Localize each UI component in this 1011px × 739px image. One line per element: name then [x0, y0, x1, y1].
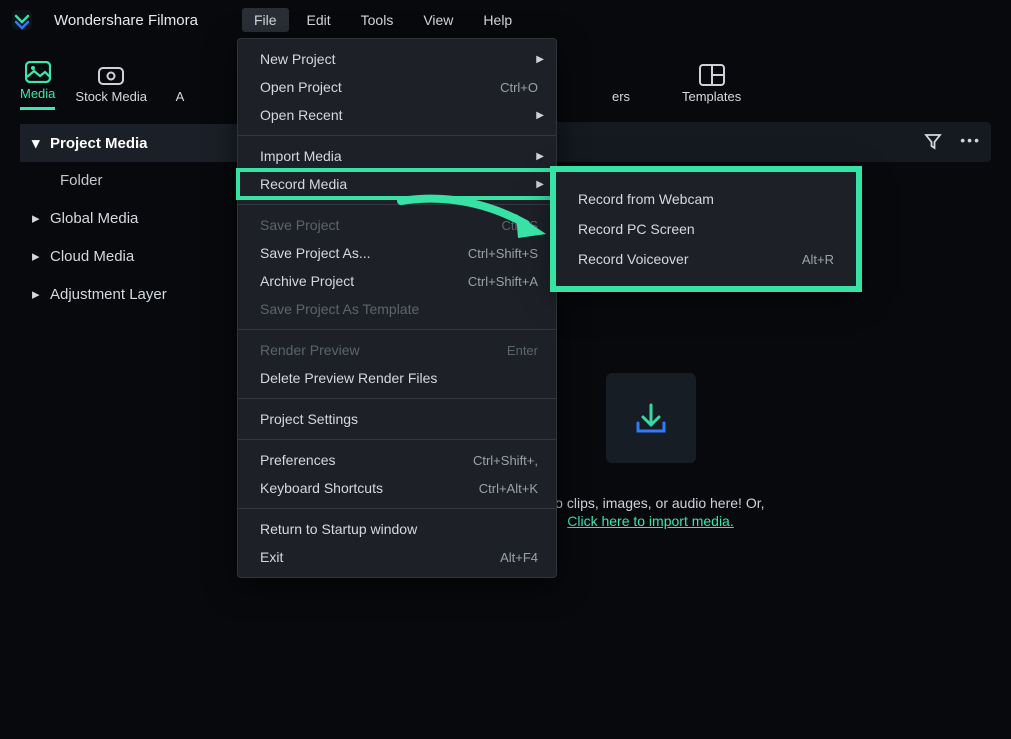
menu-save-template: Save Project As Template: [238, 295, 556, 323]
submenu-record-webcam-label: Record from Webcam: [578, 191, 714, 207]
chevron-right-icon: ▶: [536, 54, 544, 65]
menu-exit[interactable]: Exit Alt+F4: [238, 543, 556, 571]
menu-help[interactable]: Help: [471, 8, 524, 32]
menu-save-template-label: Save Project As Template: [260, 301, 419, 317]
media-icon: [25, 61, 51, 83]
menu-bar: File Edit Tools View Help: [242, 8, 524, 32]
menu-delete-render-label: Delete Preview Render Files: [260, 370, 437, 386]
import-link[interactable]: Click here to import media.: [567, 513, 734, 529]
app-logo-icon: [10, 8, 34, 32]
partial-icon-a: [167, 64, 193, 86]
menu-import-media-label: Import Media: [260, 148, 342, 164]
shortcut-label: Ctrl+O: [500, 80, 538, 95]
menu-archive-project-label: Archive Project: [260, 273, 354, 289]
tab-media-label: Media: [20, 86, 55, 101]
tab-stock-label: Stock Media: [75, 89, 147, 104]
sidebar-cloud-media-label: Cloud Media: [50, 248, 134, 265]
chevron-right-icon: ▶: [536, 110, 544, 121]
menu-save-project-as[interactable]: Save Project As... Ctrl+Shift+S: [238, 239, 556, 267]
sidebar-folder-label: Folder: [60, 172, 103, 189]
menu-tools[interactable]: Tools: [349, 8, 406, 32]
tab-templates-label: Templates: [682, 89, 741, 104]
menu-open-project[interactable]: Open Project Ctrl+O: [238, 73, 556, 101]
more-icon[interactable]: •••: [960, 132, 981, 153]
tab-partial-a-label: A: [176, 89, 185, 104]
menu-preferences[interactable]: Preferences Ctrl+Shift+,: [238, 446, 556, 474]
cloud-icon: [98, 64, 124, 86]
menu-new-project[interactable]: New Project ▶: [238, 45, 556, 73]
chevron-right-icon: ▸: [32, 247, 42, 265]
menu-new-project-label: New Project: [260, 51, 335, 67]
menu-save-project-label: Save Project: [260, 217, 339, 233]
menu-file[interactable]: File: [242, 8, 289, 32]
menu-separator: [238, 329, 556, 330]
submenu-record-voiceover[interactable]: Record Voiceover Alt+R: [556, 244, 856, 274]
menu-return-startup[interactable]: Return to Startup window: [238, 515, 556, 543]
menu-keyboard-shortcuts[interactable]: Keyboard Shortcuts Ctrl+Alt+K: [238, 474, 556, 502]
shortcut-label: Ctrl+Shift+,: [473, 453, 538, 468]
menu-separator: [238, 204, 556, 205]
import-icon: [606, 373, 696, 463]
sidebar-adjustment-label: Adjustment Layer: [50, 286, 167, 303]
menu-separator: [238, 398, 556, 399]
shortcut-label: Alt+F4: [500, 550, 538, 565]
menu-return-startup-label: Return to Startup window: [260, 521, 417, 537]
menu-keyboard-shortcuts-label: Keyboard Shortcuts: [260, 480, 383, 496]
drop-text-line-1: ideo clips, images, or audio here! Or,: [536, 495, 764, 511]
menu-view[interactable]: View: [411, 8, 465, 32]
menu-record-media-label: Record Media: [260, 176, 347, 192]
menu-separator: [238, 439, 556, 440]
menu-exit-label: Exit: [260, 549, 283, 565]
menu-project-settings[interactable]: Project Settings: [238, 405, 556, 433]
tab-stock-media[interactable]: Stock Media: [75, 64, 147, 110]
filter-icon[interactable]: [924, 132, 942, 153]
tab-media[interactable]: Media: [20, 61, 55, 110]
menu-separator: [238, 135, 556, 136]
submenu-record-webcam[interactable]: Record from Webcam: [556, 184, 856, 214]
chevron-right-icon: ▸: [32, 209, 42, 227]
menu-delete-render[interactable]: Delete Preview Render Files: [238, 364, 556, 392]
title-bar: Wondershare Filmora File Edit Tools View…: [0, 0, 1011, 40]
submenu-record-screen-label: Record PC Screen: [578, 221, 695, 237]
submenu-record-screen[interactable]: Record PC Screen: [556, 214, 856, 244]
shortcut-label: Enter: [507, 343, 538, 358]
sidebar-project-media-label: Project Media: [50, 135, 148, 152]
templates-icon: [699, 64, 725, 86]
chevron-right-icon: ▶: [536, 151, 544, 162]
submenu-record-voiceover-label: Record Voiceover: [578, 251, 689, 267]
shortcut-label: Alt+R: [802, 252, 834, 267]
chevron-right-icon: ▸: [32, 285, 42, 303]
menu-record-media[interactable]: Record Media ▶: [238, 170, 556, 198]
tab-partial-ers[interactable]: ers: [608, 64, 634, 110]
menu-archive-project[interactable]: Archive Project Ctrl+Shift+A: [238, 267, 556, 295]
shortcut-label: Ctrl+S: [502, 218, 538, 233]
chevron-right-icon: ▶: [536, 179, 544, 190]
menu-save-project-as-label: Save Project As...: [260, 245, 371, 261]
menu-open-recent[interactable]: Open Recent ▶: [238, 101, 556, 129]
tab-partial-ers-label: ers: [612, 89, 630, 104]
menu-save-project: Save Project Ctrl+S: [238, 211, 556, 239]
menu-open-recent-label: Open Recent: [260, 107, 343, 123]
menu-preferences-label: Preferences: [260, 452, 335, 468]
chevron-down-icon: ▾: [32, 134, 42, 152]
shortcut-label: Ctrl+Alt+K: [479, 481, 538, 496]
file-menu-dropdown: New Project ▶ Open Project Ctrl+O Open R…: [237, 38, 557, 578]
menu-project-settings-label: Project Settings: [260, 411, 358, 427]
menu-open-project-label: Open Project: [260, 79, 342, 95]
shortcut-label: Ctrl+Shift+S: [468, 246, 538, 261]
menu-import-media[interactable]: Import Media ▶: [238, 142, 556, 170]
menu-render-preview-label: Render Preview: [260, 342, 360, 358]
tab-templates[interactable]: Templates: [682, 64, 741, 110]
shortcut-label: Ctrl+Shift+A: [468, 274, 538, 289]
record-media-submenu: Record from Webcam Record PC Screen Reco…: [556, 172, 856, 286]
tab-partial-a[interactable]: A: [167, 64, 193, 110]
app-title: Wondershare Filmora: [54, 12, 198, 29]
menu-render-preview: Render Preview Enter: [238, 336, 556, 364]
sidebar-global-media-label: Global Media: [50, 210, 138, 227]
menu-edit[interactable]: Edit: [295, 8, 343, 32]
menu-separator: [238, 508, 556, 509]
